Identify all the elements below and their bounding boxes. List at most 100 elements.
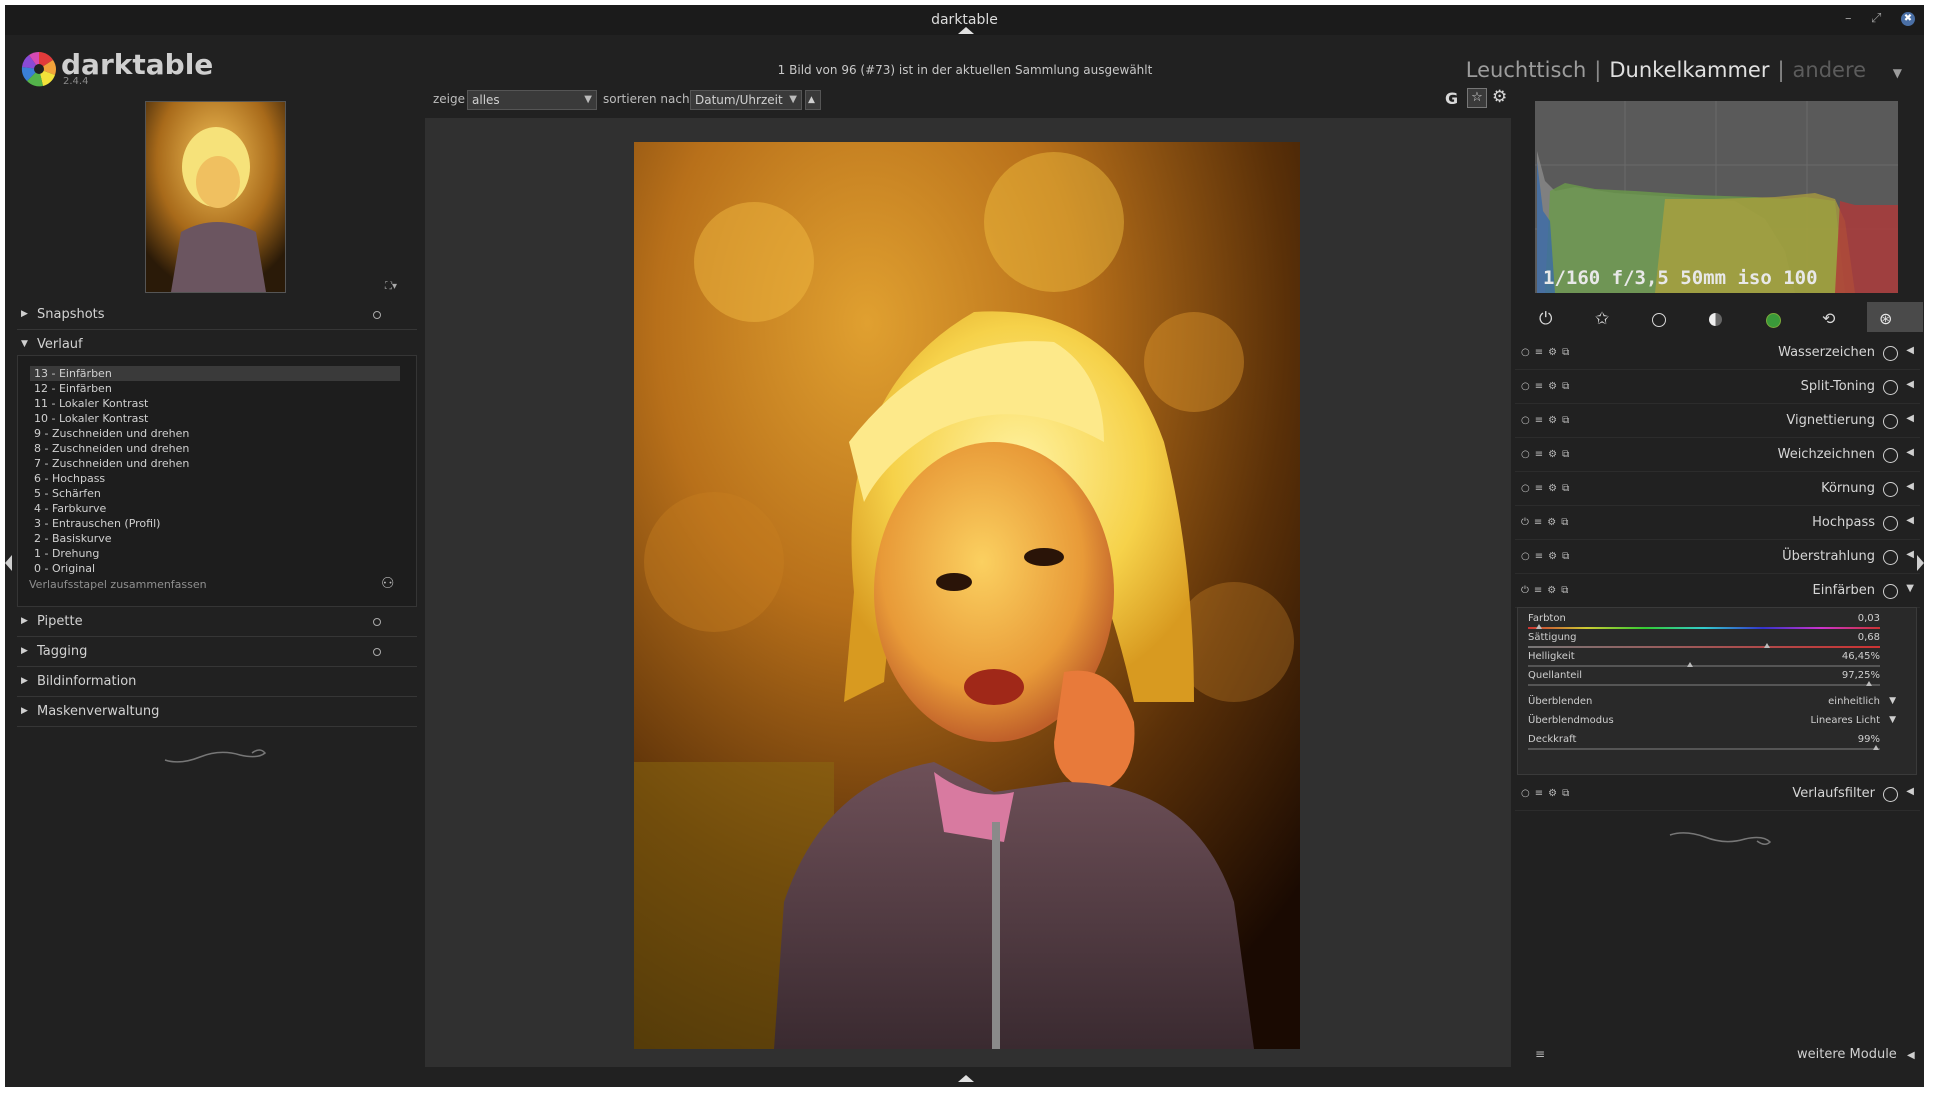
create-style-icon[interactable]: ⚇ [381,574,394,592]
tone-group-icon[interactable] [1709,313,1722,326]
saturation-slider[interactable]: Sättigung 0,68 [1528,632,1880,650]
history-item[interactable]: 4 - Farbkurve [30,501,400,516]
history-item[interactable]: 12 - Einfärben [30,381,400,396]
favorites-star-icon[interactable]: ✩ [1595,309,1617,331]
expand-left-icon[interactable]: ◀ [1906,345,1914,356]
view-other[interactable]: andere [1793,58,1867,82]
views-dropdown-icon[interactable]: ▼ [1893,66,1902,80]
history-item[interactable]: 7 - Zuschneiden und drehen [30,456,400,471]
sort-select[interactable]: Datum/Uhrzeit ▼ [690,90,802,110]
bottom-panel-toggle-icon[interactable] [958,1075,974,1082]
history-item[interactable]: 5 - Schärfen [30,486,400,501]
module-controls-icon[interactable]: ○≡⚙⧉ [1521,483,1574,494]
correct-group-icon[interactable]: ⟲ [1822,309,1844,331]
navigation-thumbnail[interactable] [145,101,286,293]
show-filter-select[interactable]: alles ▼ [467,90,597,110]
top-panel-toggle-icon[interactable] [958,27,974,34]
grouping-button[interactable]: G [1445,89,1458,108]
reset-icon[interactable] [373,311,381,319]
history-item[interactable]: 3 - Entrauschen (Profil) [30,516,400,531]
opacity-slider[interactable]: Deckkraft 99% [1528,734,1880,752]
expand-left-icon[interactable]: ◀ [1906,786,1914,797]
expand-left-icon[interactable]: ◀ [1906,447,1914,458]
reset-icon[interactable] [373,648,381,656]
color-group-icon[interactable] [1766,313,1781,328]
blend-mode-select[interactable]: Überblendmodus Lineares Licht ▼ [1528,715,1898,731]
slider-knob[interactable] [1866,681,1873,686]
module-koernung[interactable]: ○≡⚙⧉ Körnung ◀ [1515,472,1920,506]
module-split-toning[interactable]: ○≡⚙⧉ Split-Toning ◀ [1515,370,1920,404]
hue-slider[interactable]: Farbton 0,03 [1528,613,1880,631]
module-hochpass[interactable]: ⏻≡⚙⧉ Hochpass ◀ [1515,506,1920,540]
lightness-slider[interactable]: Helligkeit 46,45% [1528,651,1880,669]
section-masks[interactable]: ▶ Maskenverwaltung [17,700,417,727]
module-vignettierung[interactable]: ○≡⚙⧉ Vignettierung ◀ [1515,404,1920,438]
history-item[interactable]: 1 - Drehung [30,546,400,561]
collapse-down-icon[interactable]: ▼ [1906,583,1914,594]
zoom-expand-icon[interactable]: ⛶▾ [385,281,397,292]
module-ueberstrahlung[interactable]: ○≡⚙⧉ Überstrahlung ◀ [1515,540,1920,574]
module-weichzeichnen[interactable]: ○≡⚙⧉ Weichzeichnen ◀ [1515,438,1920,472]
power-icon[interactable]: ⏻ [1539,309,1561,331]
section-tagging[interactable]: ▶ Tagging [17,640,417,667]
histogram[interactable] [1535,101,1898,293]
effect-group-icon[interactable]: ⊛ [1879,309,1901,331]
sort-direction-button[interactable]: ▲ [805,90,821,110]
expand-left-icon[interactable]: ◀ [1906,515,1914,526]
history-item[interactable]: 8 - Zuschneiden und drehen [30,441,400,456]
module-controls-icon[interactable]: ⏻≡⚙⧉ [1521,585,1573,596]
slider-knob[interactable] [1686,662,1693,667]
basic-group-icon[interactable] [1652,313,1666,327]
minimize-button[interactable]: – [1845,11,1852,26]
module-controls-icon[interactable]: ○≡⚙⧉ [1521,788,1574,799]
close-button[interactable]: ✖ [1901,12,1915,26]
source-mix-slider[interactable]: Quellanteil 97,25% [1528,670,1880,688]
slider-value: 97,25% [1841,670,1880,681]
module-controls-icon[interactable]: ○≡⚙⧉ [1521,551,1574,562]
module-controls-icon[interactable]: ○≡⚙⧉ [1521,347,1574,358]
view-darkroom[interactable]: Dunkelkammer [1609,58,1769,82]
module-controls-icon[interactable]: ○≡⚙⧉ [1521,381,1574,392]
expand-arrow-icon: ▶ [21,309,28,319]
bloom-icon [1883,550,1898,565]
blend-select[interactable]: Überblenden einheitlich ▼ [1528,696,1898,712]
module-wasserzeichen[interactable]: ○≡⚙⧉ Wasserzeichen ◀ [1515,336,1920,370]
section-image-info[interactable]: ▶ Bildinformation [17,670,417,697]
slider-knob[interactable] [1764,643,1771,648]
window-title: darktable [931,12,998,28]
expand-left-icon[interactable]: ◀ [1906,413,1914,424]
module-verlaufsfilter[interactable]: ○≡⚙⧉ Verlaufsfilter ◀ [1515,777,1920,811]
module-title: Verlaufsfilter [1792,786,1875,801]
module-controls-icon[interactable]: ⏻≡⚙⧉ [1521,517,1573,528]
expand-left-icon[interactable]: ◀ [1906,481,1914,492]
grain-icon [1883,482,1898,497]
history-item[interactable]: 11 - Lokaler Kontrast [30,396,400,411]
view-lighttable[interactable]: Leuchttisch [1466,58,1587,82]
slider-knob[interactable] [1873,745,1880,750]
history-item[interactable]: 0 - Original [30,561,400,576]
maximize-button[interactable]: ⤢ [1871,11,1881,26]
more-modules-button[interactable]: weitere Module ◀ [1797,1047,1915,1062]
section-snapshots[interactable]: ▶ Snapshots [17,303,417,330]
history-item[interactable]: 9 - Zuschneiden und drehen [30,426,400,441]
left-panel-toggle-icon[interactable] [5,555,12,571]
compress-history-button[interactable]: Verlaufsstapel zusammenfassen [29,578,207,591]
edited-photo[interactable] [634,142,1300,1049]
vignette-icon [1883,414,1898,429]
history-item[interactable]: 2 - Basiskurve [30,531,400,546]
chevron-down-icon: ▼ [1889,715,1896,725]
module-controls-icon[interactable]: ○≡⚙⧉ [1521,449,1574,460]
history-item[interactable]: 10 - Lokaler Kontrast [30,411,400,426]
expand-left-icon[interactable]: ◀ [1906,379,1914,390]
slider-knob[interactable] [1535,624,1542,629]
module-einfaerben[interactable]: ⏻≡⚙⧉ Einfärben ▼ [1515,574,1920,608]
gear-icon[interactable]: ⚙ [1492,87,1507,107]
history-item[interactable]: 13 - Einfärben [30,366,400,381]
reset-icon[interactable] [373,618,381,626]
presets-menu-icon[interactable]: ≡ [1535,1047,1545,1061]
star-overlay-icon[interactable]: ☆ [1467,88,1487,108]
history-item[interactable]: 6 - Hochpass [30,471,400,486]
section-colorpicker[interactable]: ▶ Pipette [17,610,417,637]
module-controls-icon[interactable]: ○≡⚙⧉ [1521,415,1574,426]
expand-left-icon[interactable]: ◀ [1906,549,1914,560]
